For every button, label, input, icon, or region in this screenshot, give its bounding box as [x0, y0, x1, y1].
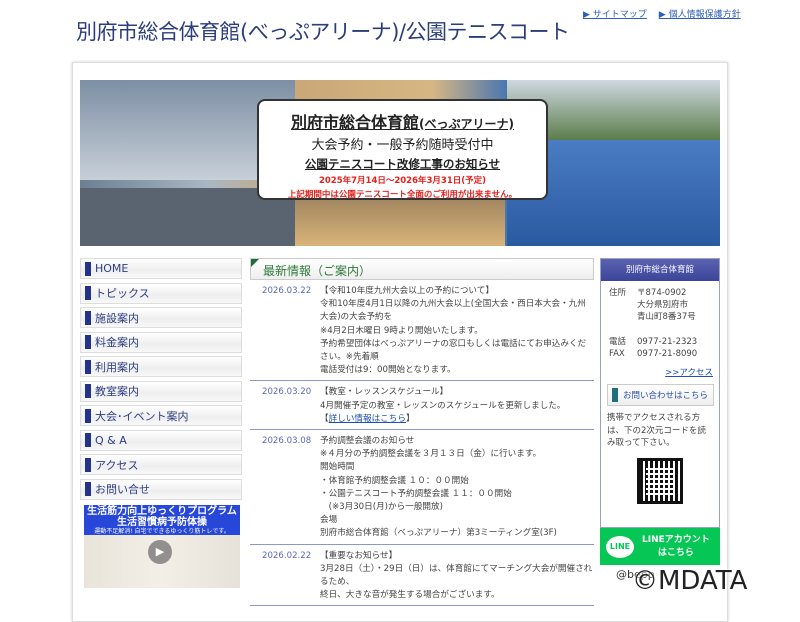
- bullet-icon: [85, 335, 91, 349]
- nav-home[interactable]: HOME: [80, 258, 242, 279]
- nav-usage[interactable]: 利用案内: [80, 356, 242, 377]
- exercise-photo: ▶: [84, 535, 240, 588]
- news-text: ・体育館予約調整会議 １０：００開始: [320, 475, 469, 486]
- nav-classes[interactable]: 教室案内: [80, 380, 242, 402]
- address-line: 青山町8番37号: [637, 312, 696, 322]
- nav-label: HOME: [95, 262, 129, 275]
- news-section: 最新情報（ご案内） 2026.03.22 【令和10年度九州大会以上の予約について…: [250, 258, 594, 607]
- nav-access[interactable]: アクセス: [80, 454, 242, 475]
- news-item: 2026.03.20 【教室・レッスンスケジュール】 4月開催予定の教室・レッスンの…: [250, 381, 594, 431]
- news-text: 開始時間: [320, 462, 355, 473]
- news-text: 4月開催予定の教室・レッスンのスケジュールを更新しました。: [320, 400, 566, 411]
- nav-label: 利用案内: [95, 360, 139, 374]
- news-heading: 最新情報（ご案内）: [250, 258, 594, 280]
- fax-number: 0977-21-8090: [637, 349, 698, 359]
- bullet-icon: [85, 433, 91, 447]
- nav-label: トピックス: [95, 287, 150, 300]
- tel-label: 電話: [609, 337, 627, 347]
- nav-label: アクセス: [95, 458, 139, 472]
- bullet-icon: [85, 457, 91, 472]
- notice-closure: 上記期間中は公園テニスコート全面のご利用が出来ません。: [287, 190, 518, 200]
- nav-contact[interactable]: お問い合せ: [80, 478, 242, 500]
- address-line: 大分県別府市: [637, 300, 689, 310]
- line-label: LINEアカウント: [642, 534, 710, 545]
- news-text: 電話受付は9：00開始となります。: [320, 365, 456, 376]
- watermark: ©MDATA: [632, 566, 748, 596]
- mobile-note: 携帯でアクセスされる方は、下の2次元コードを読み取って下さい。: [607, 413, 706, 448]
- top-links: ▶ サイトマップ ▶ 個人情報保護方針: [583, 7, 741, 20]
- news-text: 会場: [320, 515, 338, 526]
- notice-period: 2025年7月14日～2026年3月31日(予定): [318, 176, 487, 186]
- nav-label: Q & A: [95, 433, 127, 447]
- news-text: 【重要なお知らせ】: [320, 550, 398, 561]
- sitemap-link[interactable]: ▶ サイトマップ: [583, 7, 647, 20]
- promo-subtitle: 生活習慣病予防体操: [117, 517, 207, 528]
- news-item: 2026.03.22 【令和10年度九州大会以上の予約について】令和10年度4月1…: [250, 280, 594, 382]
- nav-events[interactable]: 大会･イベント案内: [80, 405, 242, 426]
- bullet-icon: [85, 310, 91, 325]
- news-item: 2026.03.08 予約調整会議のお知らせ ※４月分の予約調整会議を３月１３日（金…: [250, 430, 594, 545]
- line-logo-icon: LINE: [606, 535, 634, 558]
- bullet-icon: [85, 261, 91, 276]
- nav-fees[interactable]: 料金案内: [80, 331, 242, 353]
- nav-facilities[interactable]: 施設案内: [80, 307, 242, 328]
- bullet-icon: [85, 384, 91, 398]
- notice-reservation: 大会予約・一般予約随時受付中: [311, 138, 494, 153]
- contact-label: お問い合わせはこちら: [623, 391, 709, 401]
- postal-code: 〒874-0902: [637, 288, 687, 298]
- bullet-icon: [612, 388, 618, 402]
- news-text: 予約調整会議のお知らせ: [320, 436, 415, 447]
- site-title: 別府市総合体育館(べっぷアリーナ)/公園テニスコート: [76, 20, 570, 44]
- news-text: 予約希望団体はべっぷアリーナの窓口もしくは電話にてお申込みください。※先着順: [320, 338, 587, 363]
- play-icon[interactable]: ▶: [148, 540, 172, 564]
- nav-topics[interactable]: トピックス: [80, 282, 242, 304]
- news-date: 2026.03.08: [262, 436, 312, 447]
- bullet-icon: [85, 482, 91, 496]
- nav-label: お問い合せ: [95, 483, 150, 496]
- privacy-policy-link[interactable]: ▶ 個人情報保護方針: [659, 7, 741, 20]
- details-link[interactable]: 詳しい情報はこちら: [329, 414, 406, 424]
- qr-code: [637, 457, 683, 504]
- news-item: 2026.02.22 【重要なお知らせ】 3月28日（土）・29日（日）は、体育館に…: [250, 545, 594, 607]
- bullet-icon: [85, 286, 91, 300]
- facility-heading: 別府市総合体育館: [601, 259, 719, 281]
- news-text: 令和10年度4月1日以降の九州大会以上(全国大会・西日本大会・九州大会)の大会予…: [320, 299, 586, 323]
- line-account-button[interactable]: LINE LINEアカウント はこちら: [600, 528, 720, 565]
- news-date: 2026.02.22: [262, 550, 312, 561]
- news-text: ※４月分の予約調整会議を３月１３日（金）に行います。: [320, 449, 542, 460]
- nav-label: 大会･イベント案内: [95, 409, 189, 423]
- line-label-sub: はこちら: [657, 547, 694, 558]
- bullet-icon: [85, 359, 91, 374]
- nav-qa[interactable]: Q & A: [80, 429, 242, 451]
- news-text: ・公園テニスコート予約調整会議 １１：００開始: [320, 488, 512, 499]
- banner-notice: 別府市総合体育館(べっぷアリーナ) 大会予約・一般予約随時受付中 公園テニスコー…: [257, 99, 548, 200]
- news-text: 3月28日（土）・29日（日）は、体育館にてマーチング大会が開催されるため、: [320, 563, 593, 588]
- news-text: ※4月2日木曜日 9時より開始いたします。: [320, 325, 483, 336]
- address-label: 住所: [609, 288, 627, 298]
- tel-number: 0977-21-2323: [637, 337, 698, 347]
- notice-title-sub: (べっぷアリーナ): [419, 117, 514, 131]
- news-date: 2026.03.22: [262, 286, 312, 296]
- nav-label: 施設案内: [95, 311, 139, 325]
- access-link[interactable]: >>アクセス: [665, 368, 713, 378]
- nav-label: 教室案内: [95, 385, 139, 398]
- fax-label: FAX: [609, 349, 625, 359]
- news-text: 終日、大きな音が発生する場合がございます。: [320, 590, 500, 601]
- notice-title: 別府市総合体育館: [291, 113, 420, 132]
- notice-renovation: 公園テニスコート改修工事のお知らせ: [304, 157, 501, 171]
- news-text: 別府市総合体育館（べっぷアリーナ）第3ミーティング室(3F): [320, 528, 557, 539]
- contact-button[interactable]: お問い合わせはこちら: [607, 384, 714, 406]
- facility-info: 別府市総合体育館 住所 〒874-0902 大分県別府市 青山町8番37号 電話 0…: [600, 258, 720, 565]
- news-text: 【令和10年度九州大会以上の予約について】: [320, 286, 494, 296]
- news-text: (※3月30日(月)から一般開放): [320, 502, 443, 513]
- news-text: 【教室・レッスンスケジュール】: [320, 387, 449, 398]
- bullet-icon: [85, 408, 91, 423]
- promo-title: 生活筋力向上ゆっくりプログラム: [87, 506, 237, 517]
- news-date: 2026.03.20: [262, 387, 312, 398]
- side-nav: HOME トピックス 施設案内 料金案内 利用案内 教室案内 大会･イベント案内…: [80, 258, 242, 503]
- exercise-video-banner[interactable]: 生活筋力向上ゆっくりプログラム 生活習慣病予防体操 運動不足解消! 自宅でできる…: [84, 505, 240, 588]
- nav-label: 料金案内: [95, 336, 139, 349]
